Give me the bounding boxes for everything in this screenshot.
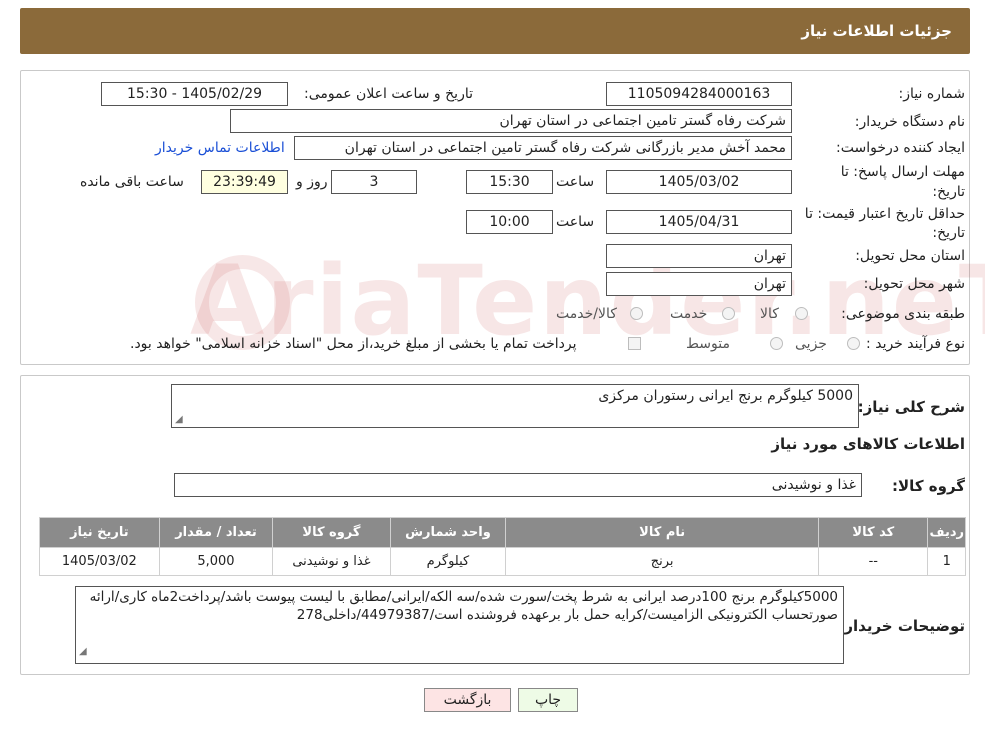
buyer-notes-label: توضیحات خریدار: <box>838 617 965 635</box>
buyer-notes-field[interactable]: 5000کیلوگرم برنج 100درصد ایرانی به شرط پ… <box>75 586 844 664</box>
buyer-org-label: نام دستگاه خریدار: <box>854 114 965 130</box>
category-radio-goods[interactable] <box>795 307 808 320</box>
creator-label: ایجاد کننده درخواست: <box>836 140 965 156</box>
province-field: تهران <box>606 244 792 268</box>
cell-date: 1405/03/02 <box>39 547 160 576</box>
description-text: 5000 کیلوگرم برنج ایرانی رستوران مرکزی <box>598 388 853 404</box>
cell-qty: 5,000 <box>158 547 274 576</box>
resize-handle-icon[interactable]: ◢ <box>79 643 87 661</box>
back-button[interactable]: بازگشت <box>424 688 511 712</box>
col-name-header: نام کالا <box>505 517 820 548</box>
process-option-medium: متوسط <box>686 336 730 352</box>
col-date-header: تاریخ نیاز <box>39 517 160 548</box>
city-field: تهران <box>606 272 792 296</box>
treasury-note: پرداخت تمام یا بخشی از مبلغ خرید،از محل … <box>130 336 577 352</box>
city-label: شهر محل تحویل: <box>863 276 965 292</box>
days-label: روز و <box>296 174 328 190</box>
deadline-label-date: تاریخ: <box>932 184 965 200</box>
process-radio-minor[interactable] <box>847 337 860 350</box>
description-field[interactable]: 5000 کیلوگرم برنج ایرانی رستوران مرکزی ◢ <box>171 384 859 428</box>
process-radio-medium[interactable] <box>770 337 783 350</box>
print-button[interactable]: چاپ <box>518 688 578 712</box>
category-option-goods-service: کالا/خدمت <box>556 306 617 322</box>
treasury-checkbox[interactable] <box>628 337 641 350</box>
announce-datetime-field: 1405/02/29 - 15:30 <box>101 82 288 106</box>
items-table-header-row: ردیف کد کالا نام کالا واحد شمارش گروه کا… <box>39 517 966 548</box>
col-group-header: گروه کالا <box>272 517 391 548</box>
category-label: طبقه بندی موضوعی: <box>841 306 965 322</box>
deadline-date-field: 1405/03/02 <box>606 170 792 194</box>
buyer-contact-link[interactable]: اطلاعات تماس خریدار <box>155 140 285 156</box>
cell-unit: کیلوگرم <box>389 547 507 576</box>
validity-time-field: 10:00 <box>466 210 553 234</box>
items-section-title: اطلاعات کالاهای مورد نیاز <box>771 435 965 453</box>
process-label: نوع فرآیند خرید : <box>866 336 965 352</box>
validity-time-label: ساعت <box>556 214 595 230</box>
cell-name: برنج <box>505 547 820 576</box>
col-code-header: کد کالا <box>818 517 929 548</box>
col-row-header: ردیف <box>927 517 966 548</box>
group-label: گروه کالا: <box>892 477 965 495</box>
resize-handle-icon[interactable]: ◢ <box>175 414 183 425</box>
buyer-notes-text: 5000کیلوگرم برنج 100درصد ایرانی به شرط پ… <box>89 589 838 623</box>
remaining-time-field: 23:39:49 <box>201 170 288 194</box>
process-option-minor: جزیی <box>795 336 827 352</box>
table-row: 1 -- برنج کیلوگرم غذا و نوشیدنی 5,000 14… <box>39 547 966 576</box>
page-header: جزئیات اطلاعات نیاز <box>20 8 970 54</box>
announce-label: تاریخ و ساعت اعلان عمومی: <box>304 86 473 102</box>
creator-field: محمد آخش مدیر بازرگانی شرکت رفاه گستر تا… <box>294 136 792 160</box>
validity-date-field: 1405/04/31 <box>606 210 792 234</box>
group-field: غذا و نوشیدنی <box>174 473 862 497</box>
deadline-time-field: 15:30 <box>466 170 553 194</box>
deadline-time-label: ساعت <box>556 174 595 190</box>
province-label: استان محل تحویل: <box>855 248 965 264</box>
page-title: جزئیات اطلاعات نیاز <box>801 22 952 40</box>
description-label: شرح کلی نیاز: <box>857 398 965 416</box>
col-qty-header: تعداد / مقدار <box>158 517 274 548</box>
validity-label-date: تاریخ: <box>932 225 965 241</box>
need-number-label: شماره نیاز: <box>898 86 966 102</box>
cell-code: -- <box>818 547 929 576</box>
category-option-service: خدمت <box>670 306 708 322</box>
buyer-org-field: شرکت رفاه گستر تامین اجتماعی در استان ته… <box>230 109 792 133</box>
cell-group: غذا و نوشیدنی <box>272 547 391 576</box>
validity-label: حداقل تاریخ اعتبار قیمت: تا <box>804 206 965 222</box>
items-table-wrapper: ردیف کد کالا نام کالا واحد شمارش گروه کا… <box>39 517 966 576</box>
remaining-label: ساعت باقی مانده <box>80 174 184 190</box>
remaining-days-field: 3 <box>331 170 417 194</box>
need-number-field: 1105094284000163 <box>606 82 792 106</box>
category-radio-goods-service[interactable] <box>630 307 643 320</box>
items-table: ردیف کد کالا نام کالا واحد شمارش گروه کا… <box>39 517 966 576</box>
deadline-label: مهلت ارسال پاسخ: تا <box>840 164 965 180</box>
category-option-goods: کالا <box>760 306 779 322</box>
category-radio-service[interactable] <box>722 307 735 320</box>
cell-row: 1 <box>927 547 966 576</box>
col-unit-header: واحد شمارش <box>389 517 507 548</box>
